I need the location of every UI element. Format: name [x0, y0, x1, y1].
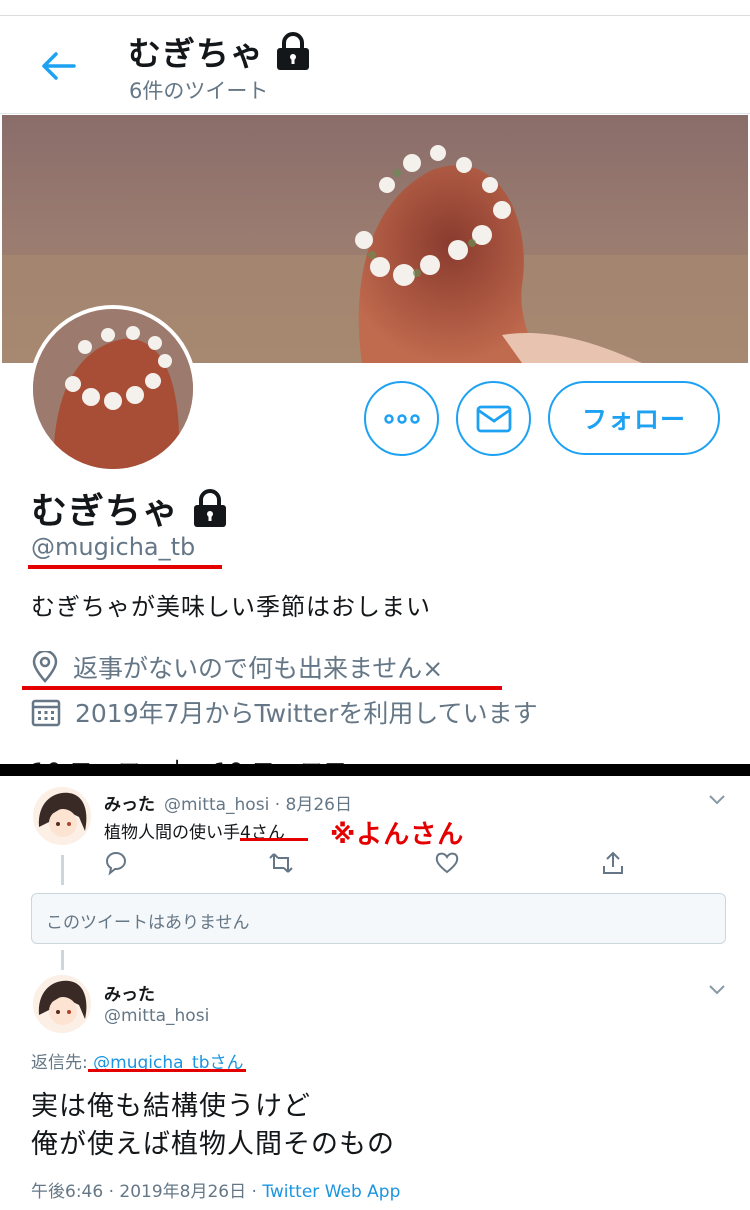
- chevron-down-icon[interactable]: [708, 794, 726, 806]
- tweet1-date[interactable]: · 8月26日: [275, 795, 352, 815]
- quoted-tweet-unavailable: このツイートはありません: [31, 893, 726, 944]
- retweet-icon[interactable]: [268, 850, 294, 876]
- location-icon: [32, 651, 58, 683]
- thread-line-1: [61, 855, 64, 885]
- tweet2-line1: 実は俺も結構使うけど: [31, 1091, 311, 1122]
- header-name: むぎちゃ: [128, 34, 264, 73]
- profile-avatar[interactable]: [29, 305, 197, 473]
- tweet2-handle[interactable]: @mitta_hosi: [104, 1006, 209, 1026]
- chevron-down-icon[interactable]: [708, 984, 726, 996]
- lock-icon: [194, 489, 227, 527]
- tweet1-meta: @mitta_hosi · 8月26日: [164, 790, 352, 815]
- tweet1-handle[interactable]: @mitta_hosi: [164, 795, 269, 815]
- tweet1-name[interactable]: みった: [104, 790, 155, 815]
- top-strip: [0, 0, 750, 16]
- tweet-count: 6件のツイート: [129, 79, 269, 103]
- tweet2-footer: 午後6:46 · 2019年8月26日 · Twitter Web App: [31, 1177, 400, 1202]
- reply-to-prefix: 返信先:: [31, 1053, 94, 1073]
- tweet1-text-main: 植物人間の使い手: [104, 823, 240, 843]
- image-divider: [0, 764, 750, 776]
- tweet2-avatar[interactable]: [33, 975, 91, 1033]
- red-underline-location: [22, 686, 502, 690]
- calendar-icon: [31, 699, 61, 727]
- profile-handle: @mugicha_tb: [31, 533, 196, 561]
- more-button[interactable]: [364, 381, 439, 456]
- more-icon: [383, 413, 420, 424]
- profile-bio: むぎちゃが美味しい季節はおしまい: [31, 593, 431, 621]
- tweet1-avatar[interactable]: [33, 787, 91, 845]
- profile-name: むぎちゃ: [31, 491, 180, 532]
- annotation-yonsan: ※よんさん: [330, 820, 465, 850]
- follow-counts-cut: 10 フォロー中 10 フォロワー: [31, 752, 371, 764]
- header-title: むぎちゃ: [128, 27, 312, 75]
- lock-icon: [277, 32, 309, 70]
- tweet2-line2: 俺が使えば植物人間そのもの: [31, 1129, 395, 1160]
- joined-text: 2019年7月からTwitterを利用しています: [75, 699, 538, 728]
- tweet2-time[interactable]: 午後6:46 · 2019年8月26日 ·: [31, 1182, 262, 1202]
- profile-joined: 2019年7月からTwitterを利用しています: [31, 694, 538, 730]
- red-underline-4san: [240, 838, 308, 841]
- location-text: 返事がないので何も出来ません×: [73, 654, 444, 683]
- red-underline-handle: [28, 565, 222, 569]
- tweet2-source[interactable]: Twitter Web App: [262, 1182, 400, 1202]
- share-icon[interactable]: [600, 850, 626, 876]
- back-arrow-icon[interactable]: [38, 49, 78, 83]
- thread-line-2: [61, 950, 64, 970]
- message-button[interactable]: [456, 381, 531, 456]
- reply-icon[interactable]: [103, 850, 129, 876]
- mail-icon: [476, 405, 511, 432]
- profile-location: 返事がないので何も出来ません×: [31, 649, 443, 685]
- profile-name-row: むぎちゃ: [31, 482, 229, 534]
- tweet2-name[interactable]: みった: [104, 980, 155, 1005]
- follow-button[interactable]: フォロー: [548, 381, 720, 455]
- profile-header: むぎちゃ 6件のツイート: [0, 17, 750, 114]
- red-underline-reply: [88, 1069, 246, 1072]
- like-icon[interactable]: [434, 850, 460, 876]
